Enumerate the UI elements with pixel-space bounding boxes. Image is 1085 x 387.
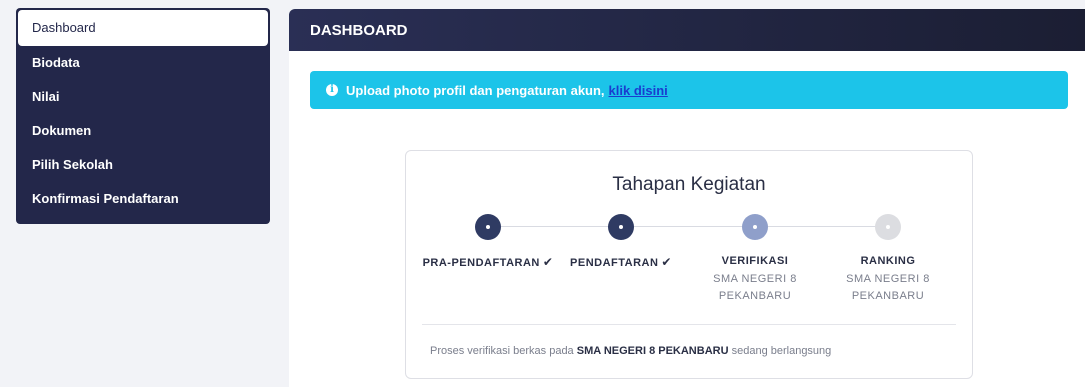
alert-text: Upload photo profil dan pengaturan akun, bbox=[346, 82, 605, 98]
step-label-text: PENDAFTARAN bbox=[570, 257, 659, 269]
profile-settings-link[interactable]: klik disini bbox=[609, 83, 668, 98]
step-pip bbox=[486, 225, 490, 229]
progress-title: Tahapan Kegiatan bbox=[612, 174, 766, 195]
step-ranking-city: PEKANBARU bbox=[851, 290, 925, 302]
progress-card: Tahapan Kegiatan PRA-PENDAFTARAN ✔ PENDAF… bbox=[405, 150, 973, 379]
step-verifikasi-dot bbox=[742, 214, 768, 240]
step-pip bbox=[886, 225, 890, 229]
sidebar-item-nilai[interactable]: Nilai bbox=[18, 80, 268, 114]
sidebar-item-dashboard[interactable]: Dashboard bbox=[18, 10, 268, 46]
step-pip bbox=[619, 225, 623, 229]
card-divider bbox=[422, 324, 956, 325]
note-suffix: sedang berlangsung bbox=[731, 345, 832, 357]
info-icon: i bbox=[326, 84, 338, 96]
step-ranking-school: SMA NEGERI 8 bbox=[846, 273, 930, 285]
step-ranking-label: RANKING bbox=[860, 255, 916, 267]
step-label-text: PRA-PENDAFTARAN bbox=[422, 257, 540, 269]
note-prefix: Proses verifikasi berkas pada bbox=[430, 345, 574, 357]
verification-status-note: Proses verifikasi berkas pada SMA NEGERI… bbox=[430, 345, 831, 357]
note-school: SMA NEGERI 8 PEKANBARU bbox=[576, 345, 729, 357]
page-title: DASHBOARD bbox=[289, 9, 1085, 51]
progress-track bbox=[482, 226, 894, 227]
sidebar-item-dokumen[interactable]: Dokumen bbox=[18, 114, 268, 148]
main-panel: DASHBOARD i Upload photo profil dan peng… bbox=[289, 9, 1085, 387]
step-pip bbox=[753, 225, 757, 229]
step-pendaftaran-dot bbox=[608, 214, 634, 240]
check-icon: ✔ bbox=[661, 255, 672, 269]
sidebar-item-pilih-sekolah[interactable]: Pilih Sekolah bbox=[18, 148, 268, 182]
step-pra-pendaftaran-dot bbox=[475, 214, 501, 240]
sidebar-item-konfirmasi-pendaftaran[interactable]: Konfirmasi Pendaftaran bbox=[18, 182, 268, 216]
sidebar: Dashboard Biodata Nilai Dokumen Pilih Se… bbox=[16, 8, 270, 224]
sidebar-item-biodata[interactable]: Biodata bbox=[18, 46, 268, 80]
step-ranking-dot bbox=[875, 214, 901, 240]
info-alert: i Upload photo profil dan pengaturan aku… bbox=[310, 71, 1068, 109]
